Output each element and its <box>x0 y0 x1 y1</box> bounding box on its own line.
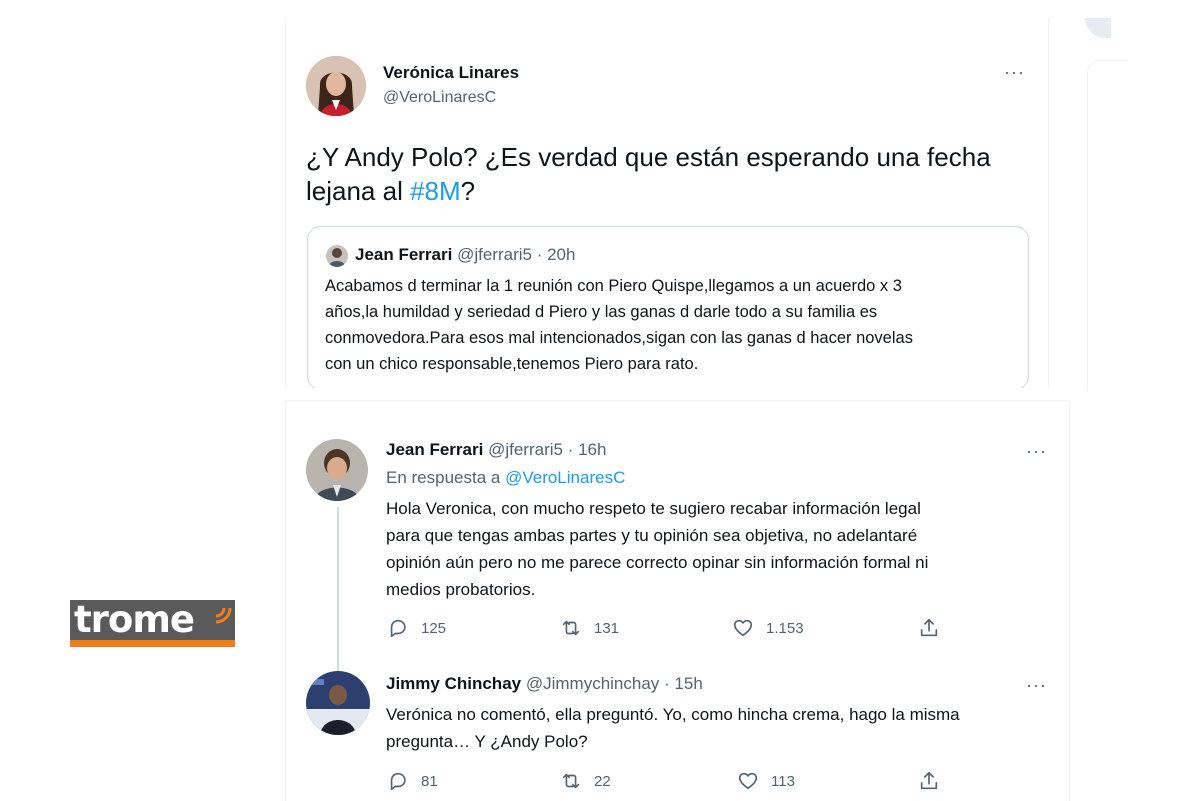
share-icon <box>920 618 938 637</box>
retweet-icon <box>562 773 580 789</box>
reply2-retweet-count: 22 <box>594 772 611 790</box>
right-panel-edge <box>1087 60 1128 391</box>
main-tweet-text: ¿Y Andy Polo? ¿Es verdad que están esper… <box>306 140 1006 208</box>
reply1-author-name[interactable]: Jean Ferrari <box>386 440 483 459</box>
reply1-reply-button[interactable]: 125 <box>387 617 446 639</box>
logo-underline <box>70 640 235 647</box>
quoted-text: Acabamos d terminar la 1 reunión con Pie… <box>325 273 1025 377</box>
reply1-time[interactable]: · 16h <box>568 440 607 459</box>
main-tweet-text-before: ¿Y Andy Polo? ¿Es verdad que están esper… <box>306 142 991 206</box>
reply1-header: Jean Ferrari @jferrari5 · 16h <box>386 440 606 460</box>
retweet-icon <box>562 620 580 636</box>
quoted-line: conmovedora.Para esos mal intencionados,… <box>325 329 913 347</box>
main-author-name[interactable]: Verónica Linares <box>383 63 519 83</box>
quoted-line: años,la humildad y seriedad d Piero y la… <box>325 303 878 321</box>
reply-icon <box>390 772 406 791</box>
reply2-like-count: 113 <box>771 772 795 790</box>
quoted-line: Acabamos d terminar la 1 reunión con Pie… <box>325 277 902 295</box>
reply1-line: para que tengas ambas partes y tu opinió… <box>386 526 918 545</box>
reply1-replying-prefix: En respuesta a <box>386 468 506 487</box>
quoted-author-handle: @jferrari5 <box>457 245 532 264</box>
reply2-time[interactable]: · 15h <box>664 674 703 693</box>
reply2-header: Jimmy Chinchay @Jimmychinchay · 15h <box>386 674 703 694</box>
share-icon <box>920 771 938 790</box>
heart-icon <box>733 619 753 637</box>
reply1-line: Hola Veronica, con mucho respeto te sugi… <box>386 499 921 518</box>
replies-card: Jean Ferrari @jferrari5 · 16h ··· En res… <box>285 400 1070 801</box>
reply1-like-count: 1.153 <box>766 619 804 637</box>
reply2-more-icon[interactable]: ··· <box>1026 675 1047 696</box>
corner-decoration <box>1085 18 1111 38</box>
veronica-avatar[interactable] <box>306 56 366 116</box>
jean-ferrari-avatar[interactable] <box>306 439 368 501</box>
reply-icon <box>390 619 406 638</box>
reply1-like-button[interactable]: 1.153 <box>732 617 804 639</box>
reply2-reply-count: 81 <box>421 772 438 790</box>
quoted-author-name: Jean Ferrari <box>355 245 453 264</box>
reply1-reply-count: 125 <box>421 619 447 637</box>
reply1-author-handle[interactable]: @jferrari5 <box>488 440 563 459</box>
reply2-reply-button[interactable]: 81 <box>387 770 438 792</box>
reply2-like-button[interactable]: 113 <box>737 770 795 792</box>
logo-text: trome <box>74 598 195 641</box>
reply2-line: pregunta… Y ¿Andy Polo? <box>386 732 588 751</box>
reply1-retweet-count: 131 <box>594 619 620 637</box>
main-tweet-card: Verónica Linares @VeroLinaresC ··· ¿Y An… <box>285 18 1049 388</box>
reply1-retweet-button[interactable]: 131 <box>560 617 619 639</box>
logo-signal-icon <box>215 607 232 624</box>
jimmy-chinchay-avatar[interactable] <box>306 671 370 735</box>
reply1-more-icon[interactable]: ··· <box>1026 441 1047 462</box>
quoted-header: Jean Ferrari @jferrari5 · 20h <box>355 245 575 265</box>
quoted-tweet[interactable]: Jean Ferrari @jferrari5 · 20h Acabamos d… <box>307 226 1029 388</box>
reply1-line: opinión aún pero no me parece correcto o… <box>386 553 929 572</box>
reply2-author-name[interactable]: Jimmy Chinchay <box>386 674 521 693</box>
reply1-line: medios probatorios. <box>386 580 536 599</box>
reply2-retweet-button[interactable]: 22 <box>560 770 611 792</box>
reply1-share-button[interactable] <box>918 617 940 639</box>
main-author-handle[interactable]: @VeroLinaresC <box>383 89 496 107</box>
trome-logo: trome <box>70 598 235 647</box>
quoted-author-avatar <box>326 245 348 267</box>
main-more-icon[interactable]: ··· <box>1004 62 1025 83</box>
reply2-share-button[interactable] <box>918 770 940 792</box>
hashtag-link[interactable]: #8M <box>410 176 461 206</box>
reply2-text: Verónica no comentó, ella preguntó. Yo, … <box>386 701 1056 755</box>
quoted-line: con un chico responsable,tenemos Piero p… <box>325 355 699 373</box>
reply1-replying-handle[interactable]: @VeroLinaresC <box>505 468 625 487</box>
quoted-time: · 20h <box>536 245 576 264</box>
reply2-author-handle[interactable]: @Jimmychinchay <box>526 674 659 693</box>
reply2-line: Verónica no comentó, ella preguntó. Yo, … <box>386 705 960 724</box>
reply1-text: Hola Veronica, con mucho respeto te sugi… <box>386 495 1056 603</box>
reply1-replying-to: En respuesta a @VeroLinaresC <box>386 468 625 488</box>
main-tweet-text-after: ? <box>460 176 476 206</box>
heart-icon <box>738 772 758 790</box>
